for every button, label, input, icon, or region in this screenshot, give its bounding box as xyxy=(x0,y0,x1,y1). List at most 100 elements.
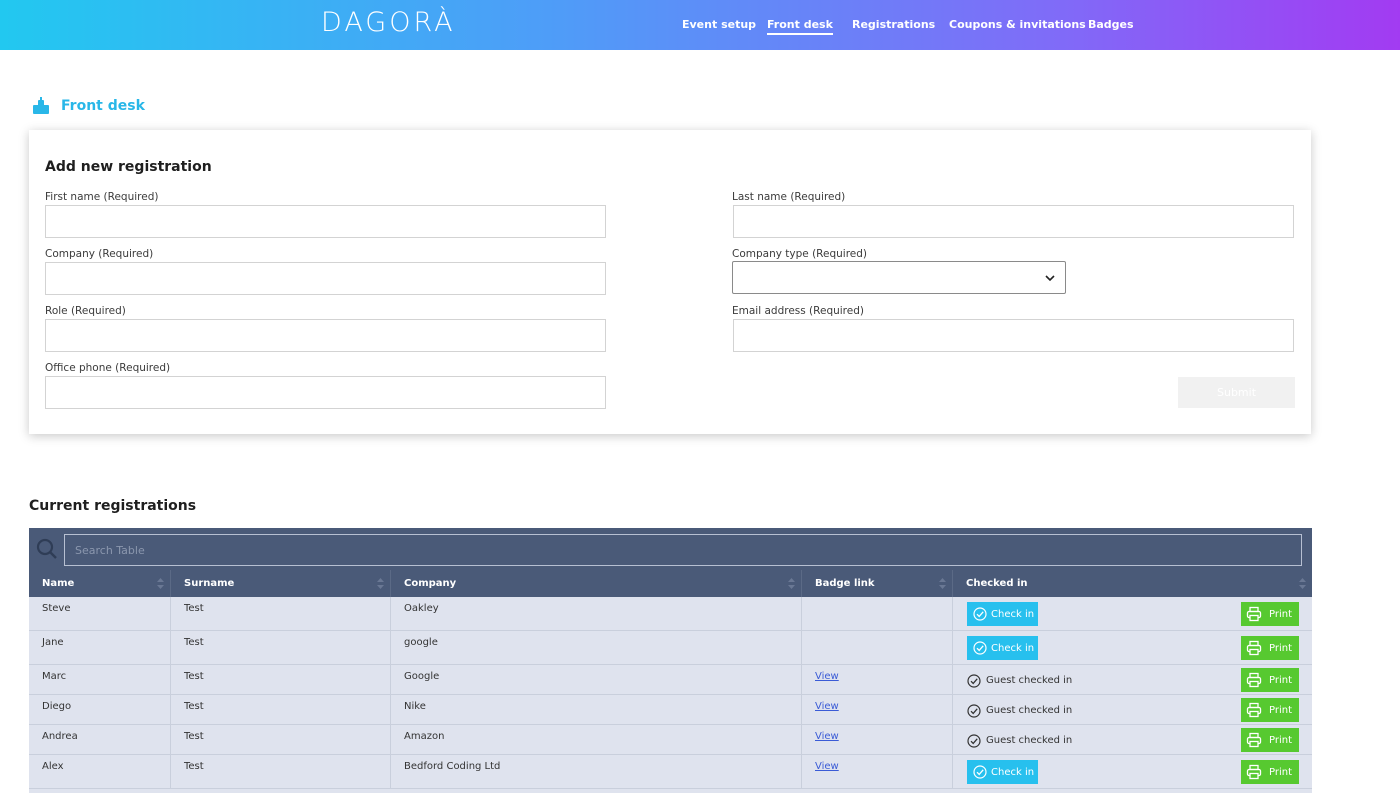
nav-item-event-setup[interactable]: Event setup xyxy=(682,18,756,32)
cell-company: Oakley xyxy=(391,597,802,630)
check-circle-icon xyxy=(973,765,987,779)
print-label: Print xyxy=(1269,704,1293,716)
cell-badge-link: View xyxy=(802,665,953,694)
company-type-select[interactable] xyxy=(732,261,1066,294)
column-label: Name xyxy=(42,578,75,589)
cell-surname: Test xyxy=(171,725,391,754)
cell-name: Alex xyxy=(29,755,171,788)
table-row: Steve Test Oakley Check in Print xyxy=(29,597,1312,631)
company-label: Company (Required) xyxy=(45,248,154,260)
cell-surname: Test xyxy=(171,631,391,664)
submit-button[interactable]: Submit xyxy=(1178,377,1295,408)
printer-icon xyxy=(1246,702,1262,718)
check-circle-icon xyxy=(973,641,987,655)
printer-icon xyxy=(1246,764,1262,780)
print-label: Print xyxy=(1269,674,1293,686)
table-search-bar xyxy=(29,528,1312,570)
badge-view-link[interactable]: View xyxy=(815,761,839,772)
cell-surname: Test xyxy=(171,665,391,694)
print-button[interactable]: Print xyxy=(1241,636,1299,660)
sort-icon xyxy=(157,578,164,589)
badge-view-link[interactable]: View xyxy=(815,701,839,712)
print-label: Print xyxy=(1269,608,1293,620)
sort-icon xyxy=(788,578,795,589)
top-navigation-bar: DAGORÀ Event setup Front desk Registrati… xyxy=(0,0,1400,50)
column-label: Surname xyxy=(184,578,235,589)
page-title: Front desk xyxy=(61,98,145,114)
cell-company: Bedford Coding Ltd xyxy=(391,755,802,788)
chevron-down-icon xyxy=(1045,275,1055,282)
badge-view-link[interactable]: View xyxy=(815,671,839,682)
printer-icon xyxy=(1246,640,1262,656)
checked-in-label: Guest checked in xyxy=(986,705,1073,716)
check-in-button[interactable]: Check in xyxy=(967,602,1038,626)
badge-view-link[interactable]: View xyxy=(815,731,839,742)
table-row: Alex Test Bedford Coding Ltd View Check in Pr… xyxy=(29,755,1312,789)
sort-icon xyxy=(939,578,946,589)
guest-checked-in-status: Guest checked in xyxy=(967,704,1073,718)
cell-surname: Test xyxy=(171,695,391,724)
check-circle-icon xyxy=(973,607,987,621)
column-label: Checked in xyxy=(966,578,1028,589)
company-type-label: Company type (Required) xyxy=(732,248,868,260)
cell-name: Jane xyxy=(29,631,171,664)
check-in-label: Check in xyxy=(991,766,1035,778)
print-button[interactable]: Print xyxy=(1241,602,1299,626)
column-header-checked-in[interactable]: Checked in xyxy=(953,570,1312,597)
check-in-button[interactable]: Check in xyxy=(967,760,1038,784)
column-header-surname[interactable]: Surname xyxy=(171,570,391,597)
office-phone-label: Office phone (Required) xyxy=(45,362,171,374)
check-in-button[interactable]: Check in xyxy=(967,636,1038,660)
guest-checked-in-status: Guest checked in xyxy=(967,674,1073,688)
email-label: Email address (Required) xyxy=(732,305,864,317)
role-field[interactable] xyxy=(45,319,606,352)
cell-surname: Test xyxy=(171,597,391,630)
first-name-field[interactable] xyxy=(45,205,606,238)
print-button[interactable]: Print xyxy=(1241,728,1299,752)
front-desk-icon xyxy=(33,97,49,114)
cell-name: Steve xyxy=(29,597,171,630)
print-button[interactable]: Print xyxy=(1241,760,1299,784)
checked-in-label: Guest checked in xyxy=(986,675,1073,686)
nav-item-front-desk[interactable]: Front desk xyxy=(767,18,833,35)
cell-name: Andrea xyxy=(29,725,171,754)
table-row: Marc Test Google View Guest checked in Print xyxy=(29,665,1312,695)
table-row: Diego Test Nike View Guest checked in Print xyxy=(29,695,1312,725)
table-header: Name Surname Company Badge link Checked … xyxy=(29,570,1312,597)
search-input[interactable] xyxy=(64,534,1302,566)
check-circle-icon xyxy=(967,734,981,748)
column-header-badge-link[interactable]: Badge link xyxy=(802,570,953,597)
nav-item-registrations[interactable]: Registrations xyxy=(852,18,935,32)
printer-icon xyxy=(1246,672,1262,688)
last-name-field[interactable] xyxy=(733,205,1294,238)
nav-item-coupons-invitations[interactable]: Coupons & invitations xyxy=(949,18,1086,32)
column-header-company[interactable]: Company xyxy=(391,570,802,597)
last-name-label: Last name (Required) xyxy=(732,191,846,203)
printer-icon xyxy=(1246,732,1262,748)
office-phone-field[interactable] xyxy=(45,376,606,409)
search-icon xyxy=(36,538,57,559)
check-in-label: Check in xyxy=(991,642,1035,654)
column-label: Badge link xyxy=(815,578,875,589)
check-in-label: Check in xyxy=(991,608,1035,620)
check-circle-icon xyxy=(967,674,981,688)
checked-in-label: Guest checked in xyxy=(986,735,1073,746)
email-field[interactable] xyxy=(733,319,1294,352)
sort-icon xyxy=(377,578,384,589)
column-header-name[interactable]: Name xyxy=(29,570,171,597)
cell-company: Nike xyxy=(391,695,802,724)
company-field[interactable] xyxy=(45,262,606,295)
cell-name: Diego xyxy=(29,695,171,724)
cell-company: Google xyxy=(391,665,802,694)
cell-surname: Test xyxy=(171,755,391,788)
brand-logo[interactable]: DAGORÀ xyxy=(321,8,456,38)
nav-item-badges[interactable]: Badges xyxy=(1088,18,1134,32)
print-button[interactable]: Print xyxy=(1241,698,1299,722)
cell-badge-link: View xyxy=(802,695,953,724)
check-circle-icon xyxy=(967,704,981,718)
table-row: Jane Test google Check in Print xyxy=(29,631,1312,665)
first-name-label: First name (Required) xyxy=(45,191,159,203)
cell-name: Marc xyxy=(29,665,171,694)
print-button[interactable]: Print xyxy=(1241,668,1299,692)
print-label: Print xyxy=(1269,642,1293,654)
